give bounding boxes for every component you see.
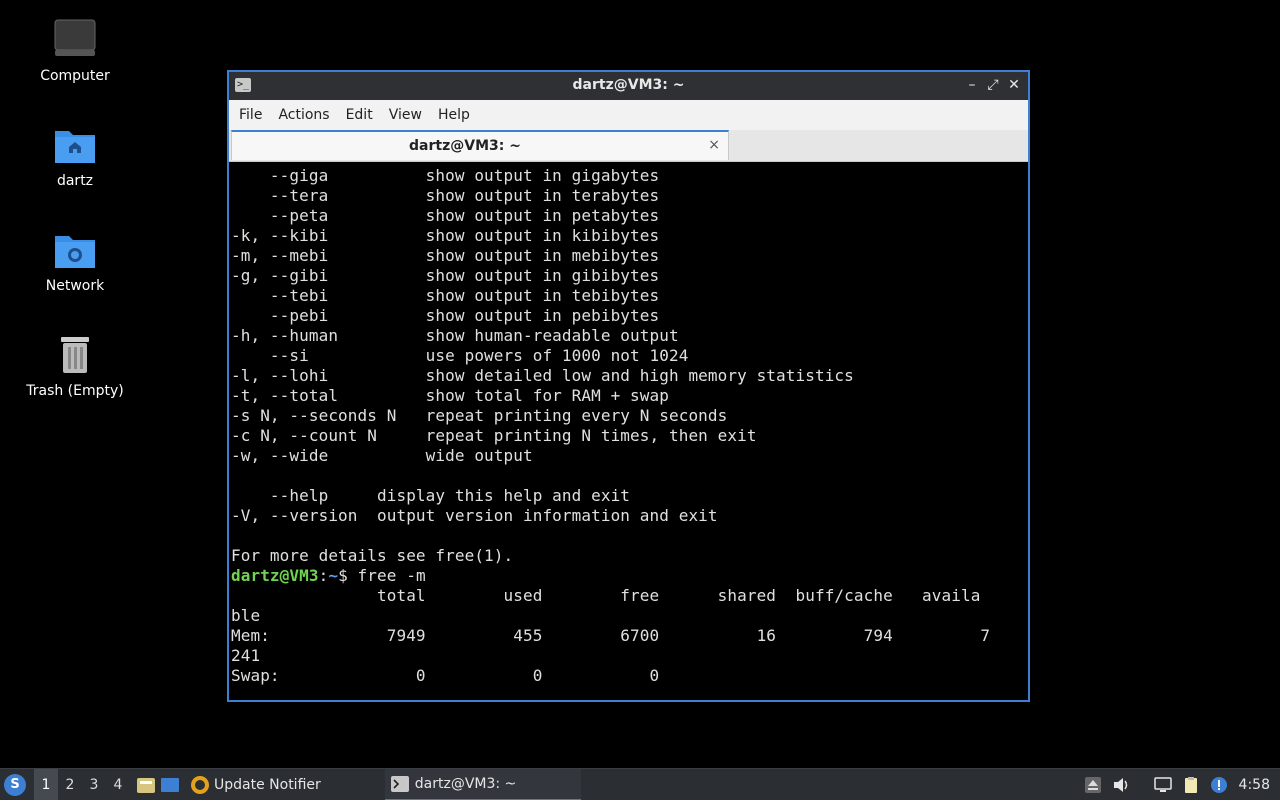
prompt-line: dartz@VM3:~$ free -m <box>231 566 1026 586</box>
eject-icon[interactable] <box>1084 776 1102 794</box>
desktop-icon-dartz[interactable]: dartz <box>20 123 130 189</box>
terminal-window[interactable]: >_ dartz@VM3: ~ – ⤢ ✕ File Actions Edit … <box>227 70 1030 702</box>
trash-icon <box>61 337 89 373</box>
network-folder-icon <box>55 236 95 268</box>
network-icon[interactable] <box>1153 776 1172 794</box>
tab-terminal[interactable]: dartz@VM3: ~ × <box>231 130 729 160</box>
volume-icon[interactable] <box>1112 776 1130 794</box>
terminal-line: -m, --mebi show output in mebibytes <box>231 246 660 265</box>
terminal-line: total used free shared buff/cache availa <box>231 586 981 605</box>
taskbar: S 1 2 3 4 Update Notifier dartz@VM3: ~ 4… <box>0 768 1280 800</box>
terminal-line: Mem: 7949 455 6700 16 794 7 <box>231 626 991 645</box>
desktop-icon-label: Trash (Empty) <box>26 383 124 399</box>
task-label: dartz@VM3: ~ <box>414 775 517 792</box>
system-tray: 4:58 <box>1079 769 1280 800</box>
terminal-line: --pebi show output in pebibytes <box>231 306 660 325</box>
minimize-button[interactable]: – <box>964 77 980 93</box>
terminal-line: --tera show output in terabytes <box>231 186 660 205</box>
terminal-line: --help display this help and exit <box>231 486 631 505</box>
window-title: dartz@VM3: ~ <box>572 77 685 93</box>
window-titlebar[interactable]: >_ dartz@VM3: ~ – ⤢ ✕ <box>229 72 1028 100</box>
prompt-command: free -m <box>357 566 426 585</box>
menu-bar: File Actions Edit View Help <box>229 100 1028 130</box>
workspace-2[interactable]: 2 <box>58 769 82 800</box>
terminal-line: ble <box>231 606 261 625</box>
desktop-icon-trash[interactable]: Trash (Empty) <box>20 333 130 399</box>
task-terminal[interactable]: dartz@VM3: ~ <box>384 768 581 800</box>
desktop-icon-label: Network <box>45 278 105 294</box>
computer-icon <box>54 19 96 56</box>
terminal-line: -s N, --seconds N repeat printing every … <box>231 406 728 425</box>
terminal-icon <box>390 775 409 792</box>
terminal-line: -V, --version output version information… <box>231 506 718 525</box>
prompt-path: ~ <box>328 566 339 585</box>
desktop-icon-label: dartz <box>56 173 94 189</box>
update-notifier-icon <box>191 775 209 794</box>
close-button[interactable]: ✕ <box>1006 77 1022 93</box>
workspace-1[interactable]: 1 <box>34 768 58 800</box>
desktop-icon-computer[interactable]: Computer <box>20 18 130 84</box>
terminal-line: --tebi show output in tebibytes <box>231 286 660 305</box>
terminal-line: -l, --lohi show detailed low and high me… <box>231 366 854 385</box>
prompt-user: dartz@VM3 <box>231 566 319 585</box>
terminal-line: --peta show output in petabytes <box>231 206 660 225</box>
notification-icon[interactable] <box>1210 776 1228 794</box>
file-manager-launcher-icon[interactable] <box>136 775 156 795</box>
terminal-line: 241 <box>231 646 261 665</box>
clipboard-icon[interactable] <box>1182 776 1200 794</box>
terminal-line: Swap: 0 0 0 <box>231 666 660 685</box>
maximize-button[interactable]: ⤢ <box>985 77 1001 93</box>
terminal-line: -g, --gibi show output in gibibytes <box>231 266 660 285</box>
menu-help[interactable]: Help <box>430 107 478 123</box>
show-desktop-icon[interactable] <box>160 775 180 795</box>
terminal-output[interactable]: --giga show output in gigabytes --tera s… <box>229 164 1028 700</box>
terminal-line: -h, --human show human-readable output <box>231 326 679 345</box>
terminal-line: -t, --total show total for RAM + swap <box>231 386 669 405</box>
prompt-symbol: $ <box>338 566 358 585</box>
tab-bar: dartz@VM3: ~ × <box>229 130 1028 162</box>
menu-file[interactable]: File <box>231 107 270 123</box>
prompt-separator: : <box>318 566 329 585</box>
terminal-line: --giga show output in gigabytes <box>231 166 660 185</box>
tab-close-icon[interactable]: × <box>708 137 720 153</box>
tab-label: dartz@VM3: ~ <box>409 138 521 154</box>
clock: 4:58 <box>1238 777 1270 793</box>
terminal-line: -k, --kibi show output in kibibytes <box>231 226 660 245</box>
task-update-notifier[interactable]: Update Notifier <box>184 769 327 800</box>
terminal-line: For more details see free(1). <box>231 546 514 565</box>
home-folder-icon <box>55 131 95 163</box>
desktop-icon-network[interactable]: Network <box>20 228 130 294</box>
workspace-4[interactable]: 4 <box>106 769 130 800</box>
terminal-line: --si use powers of 1000 not 1024 <box>231 346 689 365</box>
terminal-line: -w, --wide wide output <box>231 446 533 465</box>
desktop-icon-label: Computer <box>40 68 110 84</box>
menu-edit[interactable]: Edit <box>338 107 381 123</box>
menu-view[interactable]: View <box>381 107 430 123</box>
menu-actions[interactable]: Actions <box>270 107 337 123</box>
task-label: Update Notifier <box>214 776 321 793</box>
workspace-3[interactable]: 3 <box>82 769 106 800</box>
start-menu-button[interactable]: S <box>4 773 26 796</box>
terminal-line: -c N, --count N repeat printing N times,… <box>231 426 757 445</box>
